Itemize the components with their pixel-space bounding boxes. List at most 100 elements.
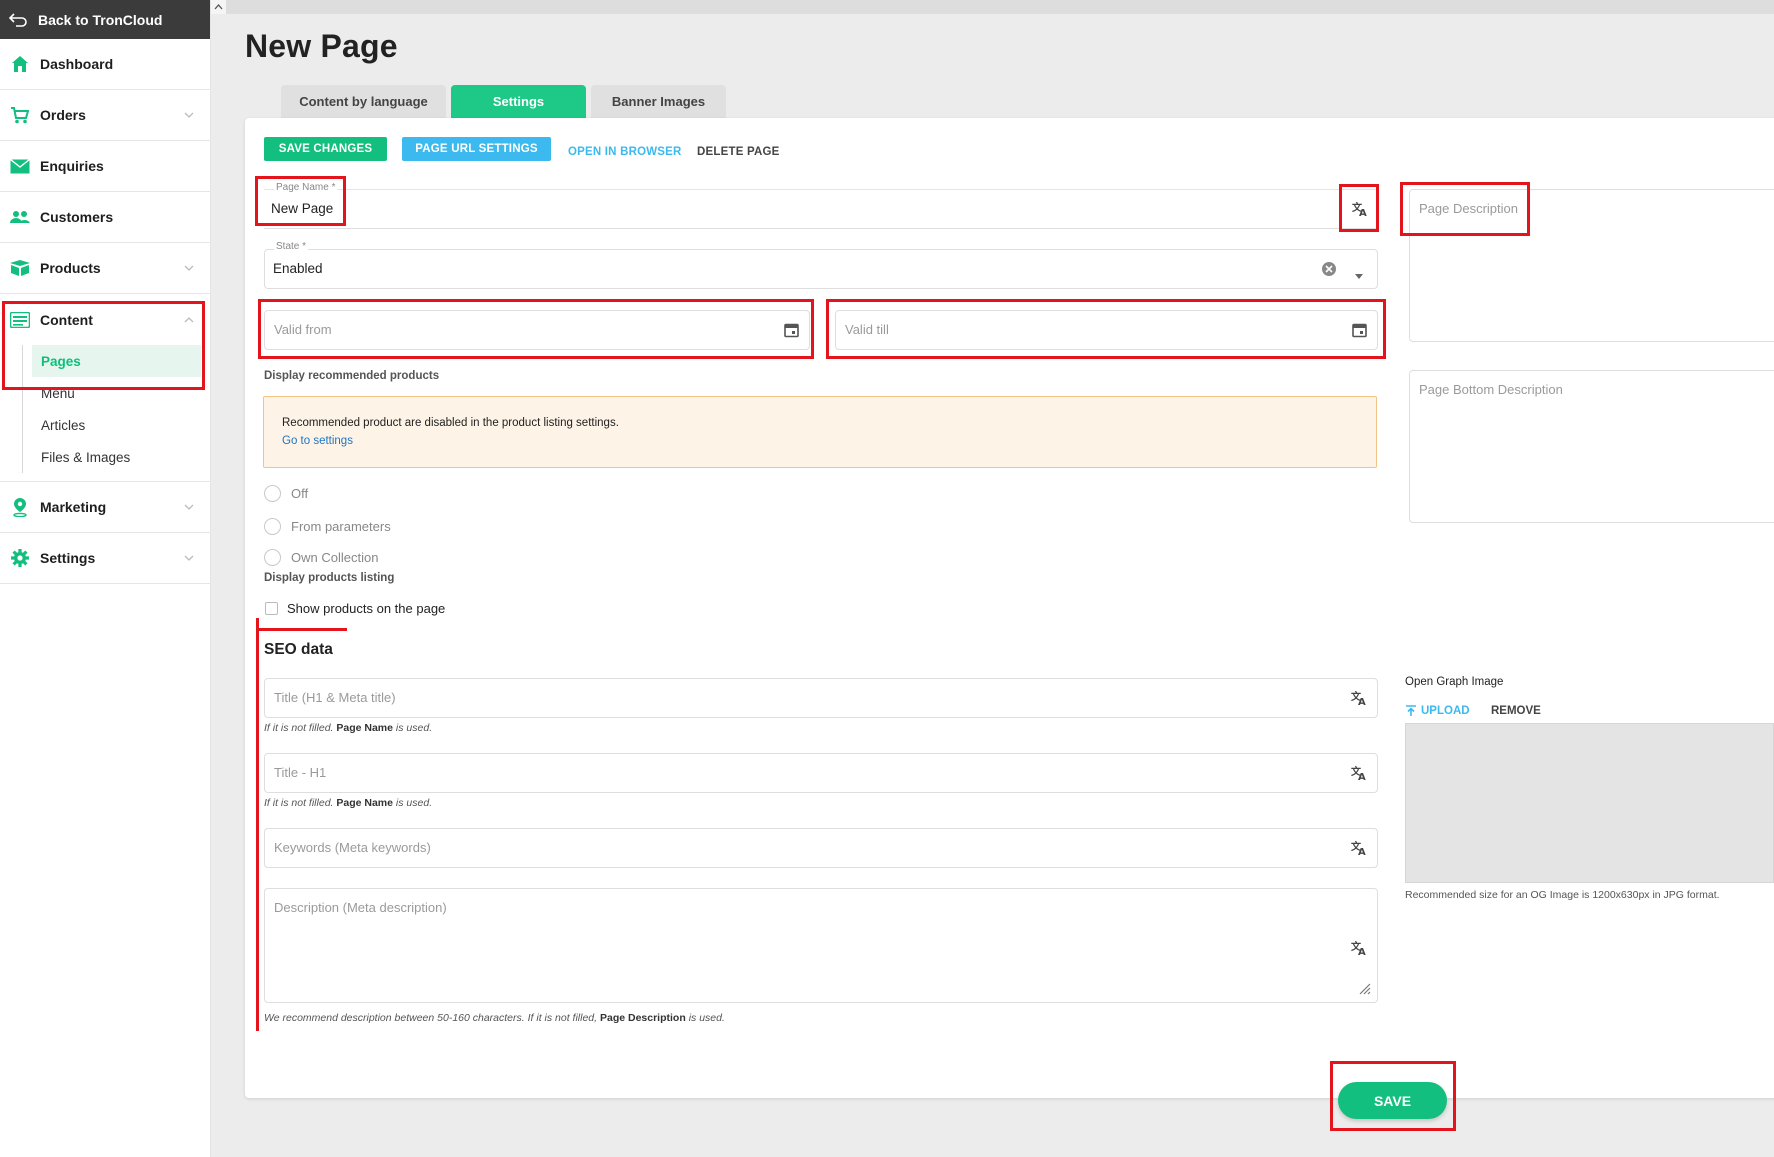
svg-text:A: A	[1358, 697, 1366, 706]
tab-bar: Content by language Settings Banner Imag…	[281, 85, 726, 118]
clear-icon[interactable]	[1321, 261, 1337, 280]
og-upload-button[interactable]: UPLOAD	[1405, 705, 1470, 717]
sidebar-scroll-up-button[interactable]	[211, 0, 226, 14]
chevron-down-icon	[184, 555, 194, 561]
og-image-hint: Recommended size for an OG Image is 1200…	[1405, 889, 1720, 901]
sidebar-item-orders[interactable]: Orders	[0, 90, 210, 141]
radio-off[interactable]: Off	[264, 485, 308, 502]
home-icon	[9, 53, 31, 75]
radio-circle	[264, 518, 281, 535]
radio-circle	[264, 549, 281, 566]
seo-h1-field[interactable]: Title - H1 文A	[264, 753, 1378, 793]
radio-label: Off	[291, 486, 309, 501]
page-name-field[interactable]: Page Name * New Page 文A	[264, 182, 1378, 229]
seo-description-textarea[interactable]: Description (Meta description) 文A	[264, 888, 1378, 1003]
radio-own-collection[interactable]: Own Collection	[264, 549, 378, 566]
sidebar-subitem-pages[interactable]: Pages	[32, 345, 201, 377]
page-bottom-description-field[interactable]: Page Bottom Description	[1409, 370, 1774, 523]
radio-circle	[264, 485, 281, 502]
people-icon	[9, 206, 31, 228]
sidebar-item-dashboard[interactable]: Dashboard	[0, 39, 210, 90]
sidebar-item-enquiries[interactable]: Enquiries	[0, 141, 210, 192]
translate-icon[interactable]: 文A	[1351, 765, 1367, 784]
og-image-preview[interactable]	[1405, 723, 1774, 883]
valid-from-field[interactable]: Valid from	[264, 310, 810, 350]
recommended-warning-box: Recommended product are disabled in the …	[263, 396, 1377, 468]
page-description-field[interactable]: Page Description	[1409, 189, 1774, 342]
seo-h1-hint: If it is not filled. Page Name is used.	[264, 797, 433, 809]
calendar-icon[interactable]	[784, 322, 799, 341]
sidebar-item-label: Settings	[40, 550, 96, 566]
sidebar-item-customers[interactable]: Customers	[0, 192, 210, 243]
page-description-placeholder: Page Description	[1419, 201, 1518, 216]
sidebar-subitem-menu[interactable]: Menu	[32, 377, 210, 409]
svg-text:A: A	[1358, 772, 1366, 781]
go-to-settings-link[interactable]: Go to settings	[282, 435, 353, 447]
sidebar: Back to TronCloud Dashboard Orders Enqui…	[0, 0, 211, 1157]
og-remove-button[interactable]: REMOVE	[1491, 705, 1541, 717]
display-listing-label: Display products listing	[264, 572, 395, 584]
sidebar-item-label: Orders	[40, 107, 86, 123]
open-in-browser-link[interactable]: OPEN IN BROWSER	[568, 146, 682, 158]
gear-icon	[9, 547, 31, 569]
seo-title-field[interactable]: Title (H1 & Meta title) 文A	[264, 678, 1378, 718]
save-changes-button[interactable]: SAVE CHANGES	[264, 137, 387, 161]
show-products-checkbox[interactable]: Show products on the page	[265, 601, 445, 616]
seo-keywords-field[interactable]: Keywords (Meta keywords) 文A	[264, 828, 1378, 868]
translate-icon[interactable]: 文A	[1351, 940, 1367, 959]
radio-label: From parameters	[291, 519, 391, 534]
upload-icon	[1406, 705, 1416, 716]
pin-icon	[9, 496, 31, 518]
display-recommended-label: Display recommended products	[264, 370, 440, 382]
back-label: Back to TronCloud	[38, 11, 163, 28]
sidebar-subitem-articles[interactable]: Articles	[32, 409, 210, 441]
chevron-down-icon	[184, 504, 194, 510]
sidebar-item-settings[interactable]: Settings	[0, 533, 210, 584]
sidebar-item-label: Dashboard	[40, 56, 114, 72]
svg-text:A: A	[1359, 208, 1367, 217]
sidebar-item-label: Products	[40, 260, 101, 276]
state-select[interactable]: State * Enabled	[264, 241, 1378, 289]
tab-settings[interactable]: Settings	[451, 85, 586, 118]
sidebar-group-content: Content Pages Menu Articles Files & Imag…	[0, 294, 210, 482]
page-name-label: Page Name *	[274, 182, 338, 193]
chevron-up-icon	[184, 316, 194, 322]
seo-description-hint: We recommend description between 50-160 …	[264, 1012, 725, 1024]
sidebar-item-label: Content	[40, 311, 93, 328]
save-button[interactable]: SAVE	[1338, 1082, 1447, 1119]
sidebar-subitem-files-images[interactable]: Files & Images	[32, 441, 210, 473]
checkbox-label: Show products on the page	[287, 601, 446, 616]
chevron-down-icon	[184, 265, 194, 271]
back-to-troncloud-link[interactable]: Back to TronCloud	[0, 0, 210, 39]
valid-till-field[interactable]: Valid till	[835, 310, 1378, 350]
translate-icon[interactable]: 文A	[1351, 690, 1367, 709]
caret-down-icon[interactable]	[1355, 267, 1363, 282]
translate-icon[interactable]: 文A	[1352, 201, 1368, 220]
page-name-value: New Page	[271, 201, 334, 216]
sidebar-item-content[interactable]: Content	[0, 294, 210, 345]
sidebar-item-products[interactable]: Products	[0, 243, 210, 294]
top-bar	[226, 0, 1774, 14]
seo-title-hint: If it is not filled. Page Name is used.	[264, 722, 433, 734]
sidebar-item-label: Marketing	[40, 499, 107, 515]
seo-title-placeholder: Title (H1 & Meta title)	[274, 690, 396, 705]
sidebar-item-marketing[interactable]: Marketing	[0, 482, 210, 533]
page-url-settings-button[interactable]: PAGE URL SETTINGS	[402, 137, 551, 161]
tab-content-by-language[interactable]: Content by language	[281, 85, 446, 118]
delete-page-button[interactable]: DELETE PAGE	[697, 146, 780, 158]
seo-heading: SEO data	[264, 641, 333, 658]
seo-h1-placeholder: Title - H1	[274, 765, 327, 780]
seo-description-placeholder: Description (Meta description)	[274, 900, 447, 915]
page-title: New Page	[245, 28, 398, 64]
valid-till-placeholder: Valid till	[845, 322, 889, 337]
svg-text:A: A	[1358, 847, 1366, 856]
tab-banner-images[interactable]: Banner Images	[591, 85, 726, 118]
translate-icon[interactable]: 文A	[1351, 840, 1367, 859]
seo-keywords-placeholder: Keywords (Meta keywords)	[274, 840, 431, 855]
calendar-icon[interactable]	[1352, 322, 1367, 341]
og-image-label: Open Graph Image	[1405, 676, 1504, 688]
state-label: State *	[274, 241, 309, 252]
back-arrow-icon	[8, 12, 27, 27]
radio-from-parameters[interactable]: From parameters	[264, 518, 391, 535]
resize-handle-icon[interactable]	[1357, 981, 1371, 998]
